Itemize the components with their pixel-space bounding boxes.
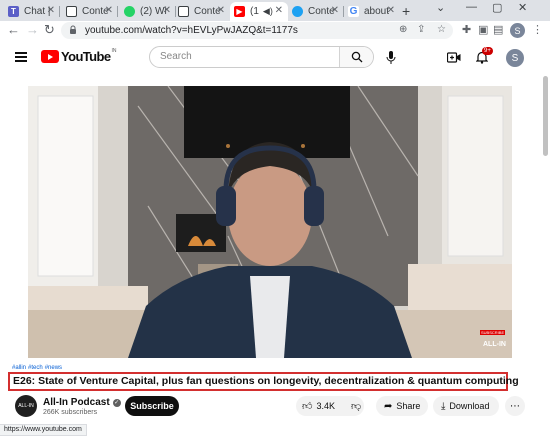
account-avatar[interactable]: S [506, 49, 524, 67]
url-text: youtube.com/watch?v=hEVLyPwJAZQ&t=1177s [85, 25, 298, 36]
hamburger-menu-icon[interactable] [15, 52, 27, 62]
verified-check-icon: ✓ [112, 398, 121, 407]
status-bar-url: https://www.youtube.com [0, 424, 87, 436]
whatsapp-icon [124, 6, 135, 17]
channel-name[interactable]: All-In Podcast [43, 397, 110, 408]
minimize-icon[interactable]: — [466, 1, 477, 13]
search-button[interactable] [339, 47, 373, 67]
tab-strip: T Chat | ✕ Conte ✕ (2) Wi ✕ Conte ✕ ▶ (1… [0, 0, 550, 21]
search-icon [351, 51, 363, 63]
tab-divider [59, 6, 60, 17]
video-frame [28, 86, 512, 358]
search-box[interactable]: Search [149, 46, 374, 68]
browser-profile-avatar[interactable]: S [510, 23, 525, 38]
close-tab-icon[interactable]: ✕ [105, 5, 113, 16]
tab-search-icon[interactable]: ⌄ [436, 1, 445, 14]
close-tab-icon[interactable]: ✕ [387, 5, 395, 16]
tab-divider [117, 6, 118, 17]
youtube-icon: ▶ [234, 6, 245, 17]
close-window-icon[interactable]: ✕ [518, 1, 527, 14]
download-button[interactable]: ⤓ Download [433, 396, 499, 416]
forward-icon[interactable]: → [26, 22, 39, 37]
close-tab-icon[interactable]: ✕ [275, 5, 283, 16]
like-thumb-icon[interactable]: 👍︎ [302, 400, 312, 412]
sidepanel-icon[interactable]: ▣ [478, 23, 488, 36]
hashtags: #allin #tech #news [12, 365, 64, 371]
create-video-icon[interactable] [447, 52, 461, 63]
hashtag-link[interactable]: #allin [12, 365, 26, 371]
close-tab-icon[interactable]: ✕ [217, 5, 225, 16]
youtube-play-logo-icon [41, 50, 59, 63]
teams-icon: T [8, 6, 19, 17]
close-tab-icon[interactable]: ✕ [47, 5, 55, 16]
browser-tab-youtube-active[interactable]: ▶ (1 ◀) ✕ [230, 2, 288, 21]
dislike-thumb-icon[interactable]: 👎︎ [351, 400, 361, 412]
close-tab-icon[interactable]: ✕ [331, 5, 339, 16]
hashtag-link[interactable]: #news [45, 365, 62, 371]
channel-name-row[interactable]: All-In Podcast ✓ [43, 397, 121, 408]
browser-menu-icon[interactable]: ⋮ [532, 23, 543, 36]
more-actions-icon[interactable]: ⋯ [505, 396, 525, 416]
video-player[interactable]: SUBSCRIBE ALL-IN [28, 86, 512, 358]
channel-watermark: ALL-IN [483, 341, 506, 348]
microphone-icon[interactable] [386, 51, 396, 64]
share-label: Share [396, 401, 421, 411]
download-label: Download [449, 401, 490, 411]
address-bar[interactable]: youtube.com/watch?v=hEVLyPwJAZQ&t=1177s … [61, 22, 453, 39]
speaker-icon[interactable]: ◀) [263, 6, 273, 17]
browser-tab-3[interactable]: (2) Wi ✕ [120, 2, 176, 21]
search-input[interactable]: Search [160, 51, 192, 62]
like-dislike-group: 👍︎ 3.4K 👎︎ [296, 396, 364, 416]
logo-wordmark: YouTube [61, 49, 111, 64]
browser-toolbar: ← → ↻ youtube.com/watch?v=hEVLyPwJAZQ&t=… [0, 21, 550, 40]
subscribe-button[interactable]: Subscribe [125, 396, 179, 416]
close-tab-icon[interactable]: ✕ [163, 5, 171, 16]
download-icon: ⤓ [441, 400, 446, 412]
lock-icon [70, 25, 76, 34]
channel-avatar[interactable]: ALL-IN [15, 395, 37, 417]
youtube-header: YouTube IN Search 9+ S [0, 40, 550, 76]
youtube-logo[interactable]: YouTube IN [41, 47, 117, 64]
video-title: E26: State of Venture Capital, plus fan … [13, 375, 519, 387]
reload-icon[interactable]: ↻ [44, 22, 55, 38]
share-arrow-icon: ➦ [384, 400, 393, 412]
scrollbar-thumb[interactable] [543, 76, 548, 156]
like-count[interactable]: 3.4K [316, 401, 335, 411]
notification-count-badge: 9+ [482, 47, 493, 55]
google-icon: G [348, 6, 359, 17]
maximize-icon[interactable]: ▢ [492, 1, 502, 14]
page-scrollbar[interactable] [541, 76, 550, 426]
tab-label: about [364, 6, 390, 17]
share-page-icon[interactable]: ⇪ [417, 24, 425, 35]
browser-tab-6[interactable]: Conte ✕ [288, 2, 344, 21]
subscribe-watermark[interactable]: SUBSCRIBE [480, 330, 506, 335]
share-button[interactable]: ➦ Share [376, 396, 428, 416]
install-icon[interactable]: ⊕ [399, 24, 407, 35]
twitter-icon [292, 6, 303, 17]
browser-tab-4[interactable]: Conte ✕ [174, 2, 230, 21]
new-tab-button[interactable]: + [402, 3, 410, 19]
browser-tab-7[interactable]: G about ✕ [344, 2, 400, 21]
tab-label: (1 [250, 6, 259, 17]
hashtag-link[interactable]: #tech [28, 365, 43, 371]
document-icon [66, 6, 77, 17]
extension-icon[interactable]: ✚ [462, 23, 471, 36]
browser-tab-2[interactable]: Conte ✕ [62, 2, 118, 21]
bookmark-star-icon[interactable]: ☆ [437, 24, 446, 35]
country-code: IN [111, 47, 117, 54]
subscriber-count: 266K subscribers [43, 409, 98, 416]
back-icon[interactable]: ← [7, 22, 20, 37]
document-icon [178, 6, 189, 17]
browser-tab-1[interactable]: T Chat | ✕ [4, 2, 60, 21]
reading-list-icon[interactable]: ▤ [493, 23, 503, 36]
